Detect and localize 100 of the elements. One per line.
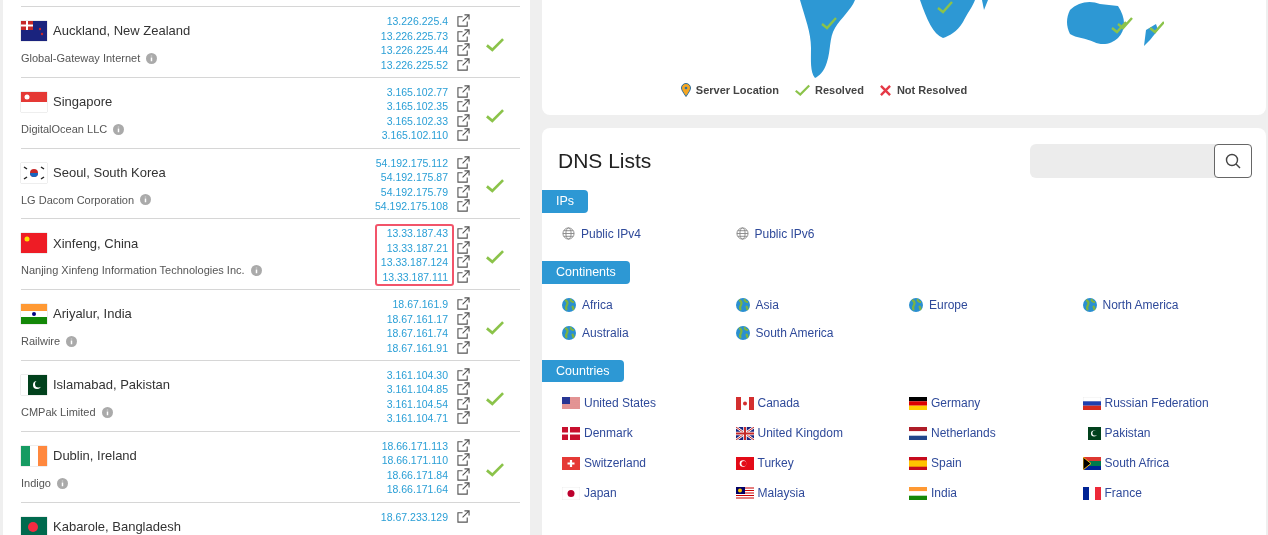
external-link-icon[interactable]: [457, 184, 470, 198]
list-link[interactable]: South America: [755, 323, 834, 342]
list-link[interactable]: Malaysia: [757, 484, 805, 503]
list-link[interactable]: Public IPv4: [581, 224, 642, 243]
server-city: Kabarole, Bangladesh: [53, 517, 181, 535]
list-link[interactable]: Japan: [584, 484, 617, 503]
external-link-icon[interactable]: [457, 128, 470, 142]
ip-link[interactable]: 13.33.187.21: [386, 240, 448, 256]
list-link[interactable]: Switzerland: [584, 454, 647, 473]
external-link-icon[interactable]: [457, 482, 470, 496]
external-link-icon[interactable]: [457, 43, 470, 56]
list-link[interactable]: Netherlands: [931, 424, 996, 443]
list-link[interactable]: Australia: [582, 323, 629, 342]
list-link[interactable]: Germany: [931, 394, 981, 413]
list-link[interactable]: North America: [1102, 295, 1179, 314]
ip-link[interactable]: 13.33.187.124: [380, 255, 448, 270]
ip-link[interactable]: 13.226.225.73: [380, 28, 448, 43]
ip-link[interactable]: 18.66.171.84: [386, 467, 448, 483]
list-link[interactable]: Africa: [582, 295, 613, 314]
ip-link[interactable]: 13.226.225.52: [380, 57, 448, 72]
external-link-icon[interactable]: [457, 326, 470, 340]
flag-icon: [1082, 396, 1101, 410]
external-link-icon[interactable]: [457, 340, 470, 354]
external-link-icon[interactable]: [457, 255, 470, 269]
list-link[interactable]: United Kingdom: [757, 424, 843, 443]
ip-link[interactable]: 13.33.187.43: [386, 226, 448, 241]
flag-icon: [562, 396, 580, 410]
external-link-icon[interactable]: [457, 297, 470, 311]
provider-name: DigitalOcean LLC: [21, 121, 108, 137]
flag-icon: [735, 426, 754, 440]
ip-link[interactable]: 18.67.161.74: [386, 326, 448, 341]
list-link[interactable]: Pakistan: [1104, 424, 1151, 443]
external-link-icon[interactable]: [457, 57, 470, 71]
external-link-icon[interactable]: [457, 170, 470, 184]
list-link[interactable]: United States: [584, 394, 657, 413]
ip-link[interactable]: 3.161.104.54: [386, 397, 448, 412]
search-field[interactable]: [1030, 144, 1252, 178]
ip-link[interactable]: 18.67.161.17: [386, 311, 448, 327]
search-button[interactable]: [1214, 144, 1252, 178]
ip-link[interactable]: 3.165.102.110: [381, 128, 448, 143]
external-link-icon[interactable]: [457, 99, 470, 113]
list-link[interactable]: South Africa: [1104, 454, 1170, 473]
ip-link[interactable]: 3.165.102.35: [386, 99, 448, 114]
external-link-icon[interactable]: [457, 368, 470, 381]
ip-link[interactable]: 54.192.175.108: [375, 199, 448, 214]
external-link-icon[interactable]: [457, 84, 470, 98]
external-link-icon[interactable]: [457, 28, 470, 42]
external-link-icon[interactable]: [457, 438, 470, 452]
list-link[interactable]: Denmark: [584, 424, 633, 443]
external-link-icon[interactable]: [457, 240, 470, 254]
ip-link[interactable]: 54.192.175.112: [375, 155, 448, 171]
flag-icon: [909, 396, 927, 410]
flag-icon: [562, 456, 580, 470]
external-link-icon[interactable]: [457, 509, 470, 523]
ip-link[interactable]: 3.165.102.77: [386, 84, 448, 100]
external-link-icon[interactable]: [457, 226, 470, 240]
external-link-icon[interactable]: [457, 467, 470, 481]
resolved-check-icon: [486, 107, 504, 123]
external-link-icon[interactable]: [457, 382, 470, 396]
ip-link[interactable]: 13.226.225.4: [386, 14, 448, 29]
ip-link[interactable]: 18.67.161.91: [386, 340, 448, 356]
list-link[interactable]: Europe: [929, 295, 968, 314]
ip-link[interactable]: 3.161.104.30: [386, 368, 448, 383]
list-link[interactable]: India: [931, 484, 958, 503]
ip-link[interactable]: 18.66.171.110: [381, 453, 448, 468]
ip-link[interactable]: 54.192.175.87: [380, 170, 448, 185]
ip-link[interactable]: 18.67.161.9: [392, 297, 448, 312]
ip-link[interactable]: 3.165.102.33: [386, 113, 448, 129]
external-link-icon[interactable]: [457, 155, 470, 169]
external-link-icon[interactable]: [457, 113, 470, 127]
list-link[interactable]: Turkey: [757, 454, 794, 473]
ip-link[interactable]: 54.192.175.79: [380, 184, 448, 200]
ip-link[interactable]: 13.226.225.44: [380, 43, 448, 58]
server-city: Auckland, New Zealand: [53, 22, 191, 41]
flag-icon: [21, 91, 47, 112]
ip-link[interactable]: 3.161.104.71: [386, 411, 448, 426]
external-link-icon[interactable]: [457, 311, 470, 325]
ip-link[interactable]: 18.67.233.129: [380, 509, 448, 525]
list-link[interactable]: Canada: [757, 394, 800, 413]
list-link[interactable]: Spain: [931, 454, 962, 473]
list-link[interactable]: France: [1104, 484, 1142, 503]
external-link-icon[interactable]: [457, 199, 470, 213]
provider-name: Global-Gateway Internet: [21, 51, 141, 66]
external-link-icon[interactable]: [457, 397, 470, 410]
external-link-icon[interactable]: [457, 269, 470, 283]
list-link[interactable]: Russian Federation: [1104, 394, 1209, 413]
external-link-icon[interactable]: [457, 411, 470, 425]
ip-link[interactable]: 18.66.171.113: [381, 438, 448, 454]
flag-icon: [21, 162, 47, 183]
provider-name: Nanjing Xinfeng Information Technologies Inc.: [21, 263, 245, 279]
resolved-check-icon: [486, 178, 504, 194]
external-link-icon[interactable]: [457, 14, 470, 27]
list-link[interactable]: Public IPv6: [754, 224, 815, 243]
ip-link[interactable]: 13.33.187.111: [382, 269, 448, 285]
ip-link[interactable]: 3.161.104.85: [386, 382, 448, 397]
list-link[interactable]: Asia: [755, 295, 779, 314]
flag-icon: [909, 486, 927, 500]
flag-icon: [735, 486, 754, 500]
ip-link[interactable]: 18.66.171.64: [386, 482, 448, 497]
external-link-icon[interactable]: [457, 453, 470, 467]
